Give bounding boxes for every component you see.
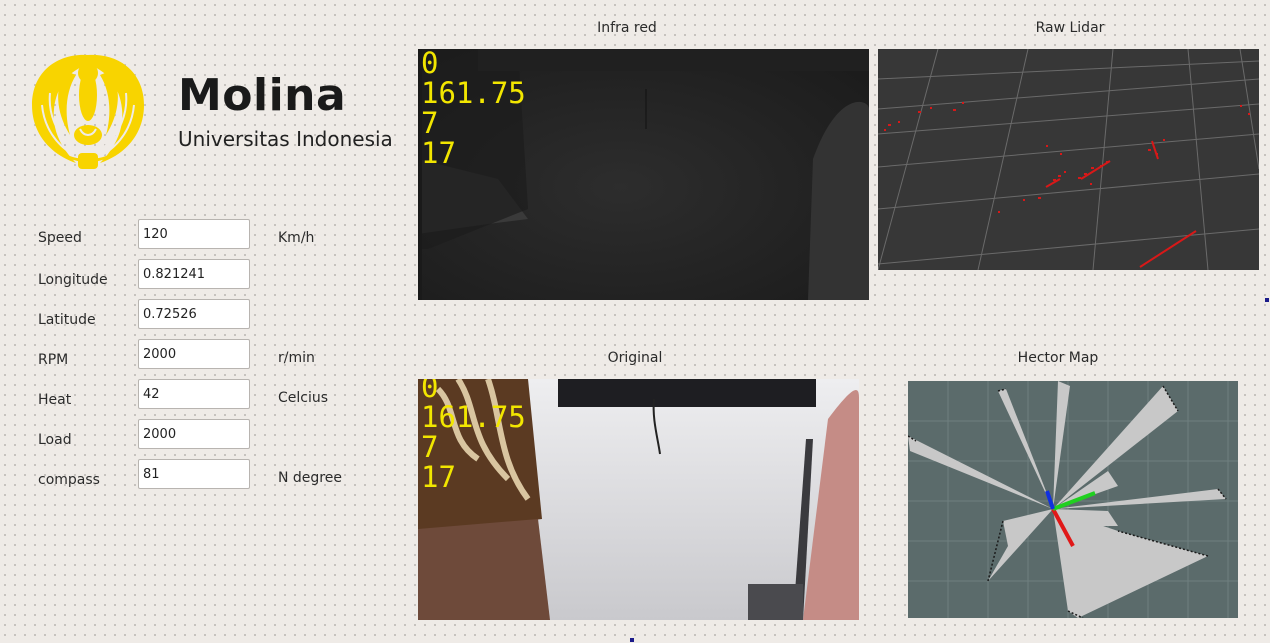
longitude-label: Longitude: [38, 272, 108, 288]
infrared-title: Infra red: [597, 20, 657, 36]
rpm-unit: r/min: [278, 350, 315, 366]
university-logo: [26, 43, 150, 175]
infrared-overlay-line-4: 17: [421, 136, 456, 170]
lidar-grid-view: [878, 49, 1259, 270]
original-overlay-line-4: 17: [421, 460, 456, 494]
longitude-field[interactable]: [138, 259, 250, 289]
resize-handle-bottom[interactable]: [630, 638, 634, 642]
infrared-view: 0 161.75 7 17: [418, 49, 869, 300]
original-overlay-line-3: 7: [421, 430, 439, 464]
infrared-overlay-line-1: 0: [421, 49, 439, 80]
heat-field[interactable]: [138, 379, 250, 409]
heat-unit: Celcius: [278, 390, 329, 406]
hector-title: Hector Map: [1017, 350, 1099, 366]
compass-label: compass: [38, 472, 100, 488]
original-overlay-line-2: 161.75: [421, 400, 526, 434]
app-title: Molina: [178, 70, 347, 121]
original-title: Original: [607, 350, 663, 366]
compass-unit: N degree: [278, 470, 342, 486]
app-subtitle: Universitas Indonesia: [178, 127, 393, 151]
load-label: Load: [38, 432, 72, 448]
lidar-title: Raw Lidar: [1035, 20, 1105, 36]
load-field[interactable]: [138, 419, 250, 449]
infrared-overlay-line-3: 7: [421, 106, 439, 140]
speed-unit: Km/h: [278, 230, 315, 246]
heat-label: Heat: [38, 392, 72, 408]
latitude-label: Latitude: [38, 312, 96, 328]
compass-field[interactable]: [138, 459, 250, 489]
speed-label: Speed: [38, 230, 82, 246]
resize-handle-right[interactable]: [1265, 298, 1269, 302]
makara-logo-icon: [32, 54, 144, 169]
hector-map-image: [908, 381, 1238, 618]
hector-map-view: [908, 381, 1238, 618]
speed-field[interactable]: [138, 219, 250, 249]
original-view: 0 161.75 7 17: [418, 379, 859, 620]
lidar-view: [878, 49, 1259, 270]
original-overlay-line-1: 0: [421, 379, 439, 404]
latitude-field[interactable]: [138, 299, 250, 329]
robot-z-axis: [1045, 490, 1055, 510]
infrared-overlay-line-2: 161.75: [421, 76, 526, 110]
rpm-label: RPM: [38, 352, 69, 368]
rpm-field[interactable]: [138, 339, 250, 369]
